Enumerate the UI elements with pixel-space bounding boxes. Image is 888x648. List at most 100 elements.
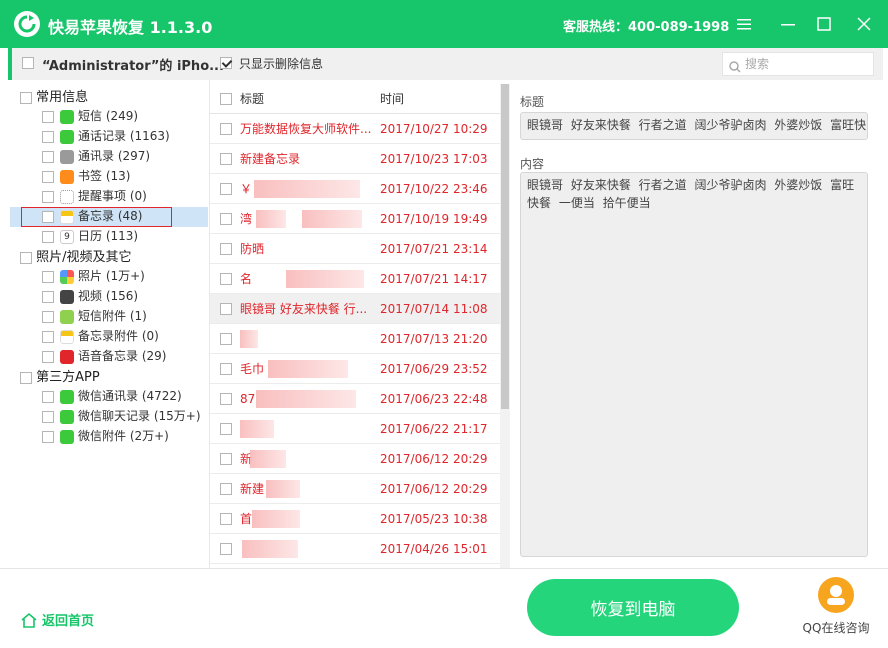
group-checkbox[interactable]	[20, 91, 32, 104]
table-row[interactable]: 万能数据恢复大师软件... 2017/10/27 10:29	[210, 114, 500, 144]
sidebar-item-bookmarks[interactable]: 书签 (13)	[42, 166, 130, 186]
qq-consult-button[interactable]: QQ在线咨询	[796, 577, 876, 636]
row-checkbox[interactable]	[220, 303, 232, 315]
item-checkbox[interactable]	[42, 190, 54, 203]
table-row[interactable]: ￥ 2017/10/22 23:46	[210, 174, 500, 204]
item-checkbox[interactable]	[42, 330, 54, 343]
sidebar-item-calendar[interactable]: 9 日历 (113)	[42, 226, 138, 246]
sidebar-item-wechat-chats[interactable]: 微信聊天记录 (15万+)	[42, 406, 201, 426]
voice-memo-icon	[60, 349, 74, 364]
group-common[interactable]: 常用信息	[20, 88, 88, 108]
table-row[interactable]: 首 2017/05/23 10:38	[210, 504, 500, 534]
item-checkbox[interactable]	[42, 310, 54, 323]
row-checkbox[interactable]	[220, 393, 232, 405]
item-checkbox[interactable]	[42, 350, 54, 363]
notes-icon	[60, 209, 74, 224]
row-checkbox[interactable]	[220, 423, 232, 435]
redacted-blur	[240, 420, 274, 438]
row-checkbox[interactable]	[220, 243, 232, 255]
recover-to-pc-button[interactable]: 恢复到电脑	[527, 579, 739, 636]
column-title[interactable]: 标题	[240, 84, 264, 114]
list-scrollbar[interactable]	[500, 84, 510, 568]
table-row[interactable]: 87 2017/06/23 22:48	[210, 384, 500, 414]
row-checkbox[interactable]	[220, 183, 232, 195]
sidebar-item-voice-memos[interactable]: 语音备忘录 (29)	[42, 346, 166, 366]
row-checkbox[interactable]	[220, 543, 232, 555]
item-checkbox[interactable]	[42, 430, 54, 443]
table-row[interactable]: 眼镜哥 好友来快餐 行... 2017/07/14 11:08	[210, 294, 500, 324]
table-row[interactable]: 2017/04/26 15:01	[210, 534, 500, 564]
select-all-checkbox[interactable]	[220, 93, 232, 105]
row-checkbox[interactable]	[220, 513, 232, 525]
row-checkbox[interactable]	[220, 213, 232, 225]
sidebar-item-calls[interactable]: 通话记录 (1163)	[42, 126, 170, 146]
row-checkbox[interactable]	[220, 273, 232, 285]
row-checkbox[interactable]	[220, 153, 232, 165]
item-label: 照片 (1万+)	[78, 269, 145, 283]
table-row[interactable]: 新建 2017/06/12 20:29	[210, 474, 500, 504]
table-row[interactable]: 2017/06/22 21:17	[210, 414, 500, 444]
group-media[interactable]: 照片/视频及其它	[20, 248, 132, 268]
sidebar-item-sms[interactable]: 短信 (249)	[42, 106, 138, 126]
table-row[interactable]: 湾 2017/10/19 19:49	[210, 204, 500, 234]
row-checkbox[interactable]	[220, 483, 232, 495]
sidebar-item-wechat-attachments[interactable]: 微信附件 (2万+)	[42, 426, 169, 446]
scrollbar-thumb[interactable]	[501, 84, 509, 409]
row-time: 2017/07/21 23:14	[380, 242, 488, 256]
sidebar-item-photos[interactable]: 照片 (1万+)	[42, 266, 145, 286]
menu-icon[interactable]	[732, 12, 756, 36]
row-checkbox[interactable]	[220, 453, 232, 465]
redacted-blur	[256, 390, 356, 408]
table-row[interactable]: 防晒 2017/07/21 23:14	[210, 234, 500, 264]
item-checkbox[interactable]	[42, 270, 54, 283]
item-checkbox[interactable]	[42, 390, 54, 403]
row-checkbox[interactable]	[220, 333, 232, 345]
item-checkbox[interactable]	[42, 150, 54, 163]
device-name: “Administrator”的 iPho...	[42, 59, 224, 74]
group-checkbox[interactable]	[20, 371, 32, 384]
minimize-icon[interactable]	[776, 12, 800, 36]
item-label: 通话记录 (1163)	[78, 129, 170, 143]
item-checkbox[interactable]	[42, 130, 54, 143]
sidebar-item-video[interactable]: 视频 (156)	[42, 286, 138, 306]
sidebar-item-wechat-contacts[interactable]: 微信通讯录 (4722)	[42, 386, 182, 406]
group-third-party[interactable]: 第三方APP	[20, 368, 100, 388]
item-checkbox[interactable]	[42, 110, 54, 123]
sidebar-item-notes[interactable]: 备忘录 (48)	[42, 206, 142, 226]
row-time: 2017/06/12 20:29	[380, 482, 488, 496]
table-row[interactable]: 名 2017/07/21 14:17	[210, 264, 500, 294]
redacted-blur	[242, 540, 298, 558]
item-checkbox[interactable]	[42, 410, 54, 423]
maximize-icon[interactable]	[812, 12, 836, 36]
sidebar-item-notes-attachments[interactable]: 备忘录附件 (0)	[42, 326, 159, 346]
item-checkbox[interactable]	[42, 170, 54, 183]
redacted-blur	[252, 510, 300, 528]
table-row[interactable]: 2017/07/13 21:20	[210, 324, 500, 354]
device-checkbox[interactable]	[22, 57, 34, 69]
sidebar-item-sms-attachments[interactable]: 短信附件 (1)	[42, 306, 147, 326]
table-row[interactable]: 毛巾 2017/06/29 23:52	[210, 354, 500, 384]
notes-attachment-icon	[60, 329, 74, 344]
table-row[interactable]: 新 2017/06/12 20:29	[210, 444, 500, 474]
table-row[interactable]: 新建备忘录 2017/10/23 17:03	[210, 144, 500, 174]
detail-content-field: 眼镜哥 好友来快餐 行者之道 阔少爷驴卤肉 外婆炒饭 富旺快餐 一便当 拾午便当	[520, 172, 868, 557]
item-checkbox[interactable]	[42, 230, 54, 243]
only-deleted-checkbox[interactable]	[220, 57, 232, 69]
close-icon[interactable]	[852, 12, 876, 36]
column-time[interactable]: 时间	[380, 84, 404, 114]
redacted-blur	[254, 180, 360, 198]
photos-icon	[60, 269, 74, 284]
row-time: 2017/10/27 10:29	[380, 122, 488, 136]
sidebar-item-reminders[interactable]: 提醒事项 (0)	[42, 186, 147, 206]
redacted-blur	[256, 210, 286, 228]
sidebar-item-contacts[interactable]: 通讯录 (297)	[42, 146, 150, 166]
home-link[interactable]: 返回首页	[20, 610, 94, 629]
row-checkbox[interactable]	[220, 123, 232, 135]
row-checkbox[interactable]	[220, 363, 232, 375]
row-title: 新建备忘录	[240, 152, 301, 166]
search-input[interactable]: 搜索	[722, 52, 874, 76]
group-checkbox[interactable]	[20, 251, 32, 264]
item-checkbox[interactable]	[42, 290, 54, 303]
row-title: 眼镜哥 好友来快餐 行...	[240, 302, 368, 316]
item-checkbox[interactable]	[42, 210, 54, 223]
